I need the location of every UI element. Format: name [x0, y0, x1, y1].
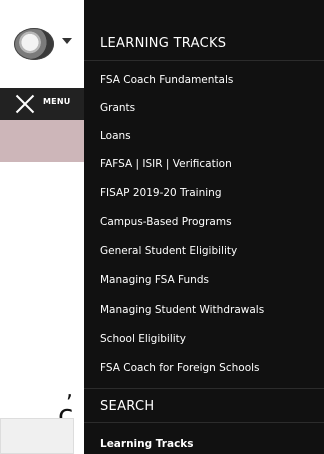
user-avatar[interactable]: [14, 28, 54, 60]
learning-tracks-title: LEARNING TRACKS: [100, 36, 227, 51]
menu-item-fisap-training[interactable]: FISAP 2019-20 Training: [100, 187, 222, 199]
menu-item-school-eligibility[interactable]: School Eligibility: [100, 333, 186, 345]
divider: [84, 60, 324, 61]
chevron-down-icon[interactable]: [62, 38, 72, 44]
page-background: MENU , c: [0, 0, 84, 454]
divider: [84, 388, 324, 389]
menu-item-grants[interactable]: Grants: [100, 102, 135, 114]
menu-button-label[interactable]: MENU: [43, 97, 70, 106]
close-icon[interactable]: [14, 93, 36, 115]
menu-item-fsa-coach-foreign-schools[interactable]: FSA Coach for Foreign Schools: [100, 362, 260, 374]
menu-item-fsa-coach-fundamentals[interactable]: FSA Coach Fundamentals: [100, 74, 233, 86]
menu-item-campus-based-programs[interactable]: Campus-Based Programs: [100, 216, 232, 228]
search-title: SEARCH: [100, 399, 155, 414]
side-menu-panel: LEARNING TRACKS FSA Coach Fundamentals G…: [84, 0, 324, 454]
pink-banner: [0, 120, 84, 162]
search-item-learning-tracks[interactable]: Learning Tracks: [100, 438, 194, 450]
menu-item-managing-fsa-funds[interactable]: Managing FSA Funds: [100, 274, 209, 286]
divider: [84, 422, 324, 423]
partial-gray-box: [0, 418, 74, 454]
menu-item-fafsa-isir-verification[interactable]: FAFSA | ISIR | Verification: [100, 158, 232, 170]
menu-item-managing-student-withdrawals[interactable]: Managing Student Withdrawals: [100, 304, 264, 316]
menu-strip: [0, 88, 84, 120]
menu-item-general-student-eligibility[interactable]: General Student Eligibility: [100, 245, 237, 257]
menu-item-loans[interactable]: Loans: [100, 130, 131, 142]
